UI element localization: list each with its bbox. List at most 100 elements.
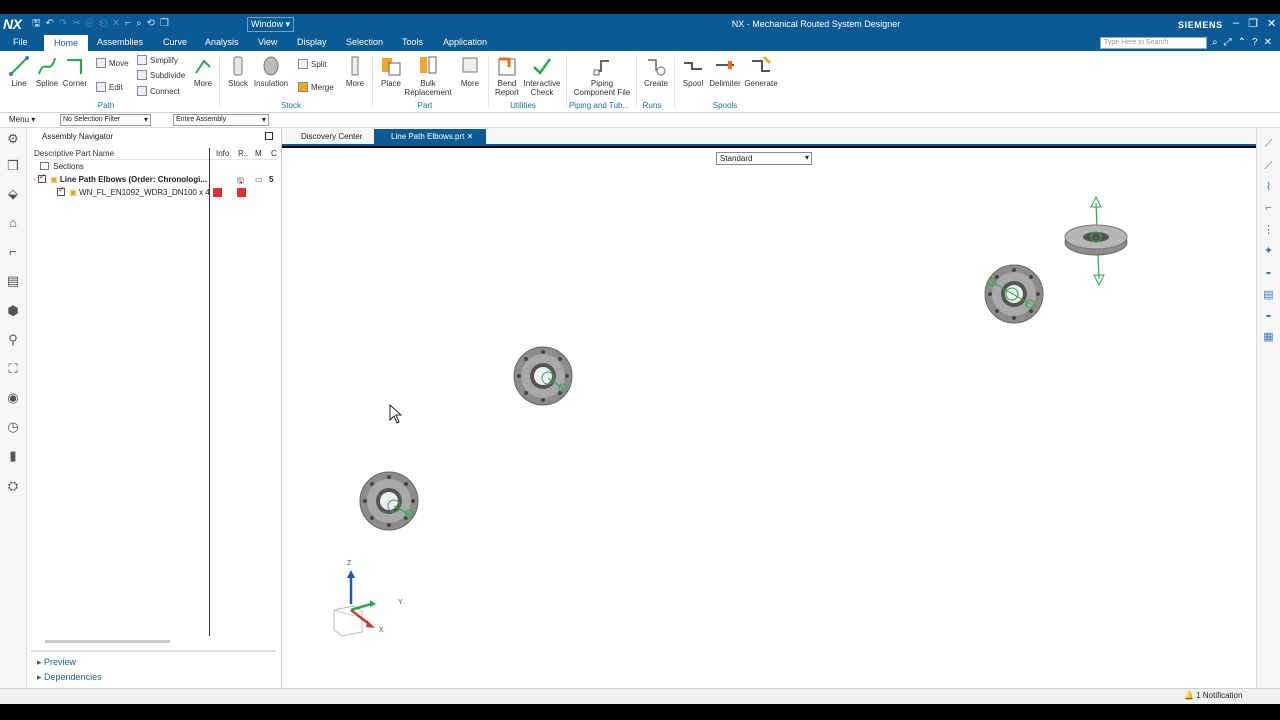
restore-icon[interactable]: ❐: [1248, 17, 1258, 30]
spool-button[interactable]: Spool: [680, 55, 706, 88]
tab-home[interactable]: Home: [44, 35, 89, 51]
command-search-input[interactable]: Type Here to Search: [1100, 37, 1207, 49]
preview-panel-toggle[interactable]: Preview: [37, 657, 76, 668]
line-button[interactable]: Line: [8, 55, 30, 88]
port-icon[interactable]: ⋮: [1261, 223, 1276, 238]
horizontal-scrollbar[interactable]: [45, 640, 170, 643]
stock-more-button[interactable]: More: [344, 55, 366, 88]
tab-file[interactable]: File: [13, 37, 28, 47]
tree-row-sections[interactable]: Sections: [40, 162, 84, 174]
insulation-button[interactable]: Insulation: [252, 55, 290, 88]
column-header-info[interactable]: Info: [216, 149, 229, 158]
collapse-ribbon-icon[interactable]: ⌃: [1238, 37, 1246, 48]
reference-icon: ▭: [255, 175, 263, 184]
interactive-check-button[interactable]: Interactive Check: [522, 55, 562, 97]
move-button[interactable]: Move: [96, 58, 129, 68]
tab-curve[interactable]: Curve: [163, 37, 187, 47]
create-run-button[interactable]: Create: [642, 55, 670, 88]
close-icon[interactable]: ✕: [1267, 17, 1276, 30]
column-header-read-only[interactable]: R..: [238, 149, 248, 158]
roles-icon[interactable]: ⛭: [5, 478, 21, 494]
tab-application[interactable]: Application: [443, 37, 487, 47]
report-tool-icon[interactable]: ▦: [1261, 330, 1276, 345]
stock-button[interactable]: Stock: [226, 55, 250, 88]
selection-bar: Menu ▾ No Selection Filter Entire Assemb…: [0, 113, 1280, 128]
tab-assemblies[interactable]: Assemblies: [97, 37, 143, 47]
selection-scope-dropdown[interactable]: Entire Assembly: [173, 114, 269, 126]
separator: [566, 55, 567, 107]
spline-button[interactable]: Spline: [34, 55, 60, 88]
stock-tool-icon[interactable]: ✦: [1261, 244, 1276, 259]
generate-button[interactable]: Generate: [744, 55, 778, 88]
merge-button[interactable]: Merge: [298, 82, 334, 92]
help-icon[interactable]: ?: [1252, 37, 1258, 48]
visibility-checkbox[interactable]: [57, 185, 65, 196]
close-tab-icon[interactable]: ✕: [467, 132, 474, 141]
corner-button[interactable]: Corner: [61, 55, 89, 88]
spline-tool-icon[interactable]: ⟋: [1261, 160, 1276, 175]
tab-view[interactable]: View: [258, 37, 277, 47]
minimize-icon[interactable]: –: [1233, 17, 1239, 30]
part-tool-icon[interactable]: ◒: [1261, 309, 1276, 324]
fitting-icon[interactable]: ⌐: [1261, 202, 1276, 217]
assembly-navigator-icon[interactable]: ❒: [5, 158, 21, 174]
hd3d-tools-icon[interactable]: ⬢: [5, 303, 21, 319]
web-browser-icon[interactable]: ⚲: [5, 332, 21, 348]
graphics-window[interactable]: Standard ▾ Z Y X: [282, 148, 1256, 688]
tab-selection[interactable]: Selection: [346, 37, 383, 47]
settings-gear-icon[interactable]: ⚙: [5, 131, 21, 147]
navigator-header: Descriptive Part Name Info R.. M C: [31, 148, 277, 160]
group-label-utilities: Utilities: [510, 101, 536, 110]
tab-display[interactable]: Display: [297, 37, 327, 47]
tree-row-root-assembly[interactable]: - ▣ Line Path Elbows (Order: Chronologi.…: [33, 172, 273, 187]
visualization-icon[interactable]: ▮: [5, 448, 21, 464]
tab-discovery-center[interactable]: Discovery Center: [284, 129, 368, 145]
view-triad: [333, 570, 376, 637]
part-more-button[interactable]: More: [458, 55, 482, 88]
notification-indicator[interactable]: 🔔 1 Notification: [1184, 691, 1242, 700]
process-studio-icon[interactable]: ⛶: [5, 361, 21, 377]
save-status-icon: 🖫: [237, 176, 244, 185]
separator: [488, 55, 489, 107]
create-run-icon: [648, 59, 666, 76]
tab-analysis[interactable]: Analysis: [205, 37, 239, 47]
visibility-checkbox[interactable]: [37, 172, 46, 183]
tree-row-component[interactable]: ▣ WN_FL_EN1092_WDR3_DN100 x 4: [57, 185, 272, 200]
subdivide-button[interactable]: Subdivide: [137, 70, 185, 80]
component-tool-icon[interactable]: ◒: [1261, 266, 1276, 281]
edit-button[interactable]: Edit: [96, 82, 123, 92]
connect-button[interactable]: Connect: [137, 86, 180, 96]
maximize-panel-icon[interactable]: [265, 132, 273, 140]
route-segment-icon[interactable]: ⌇: [1261, 180, 1276, 195]
column-header-modified[interactable]: M: [255, 149, 262, 158]
delimiter-button[interactable]: Delimiter: [708, 55, 742, 88]
system-materials-icon[interactable]: ◉: [5, 390, 21, 406]
history-icon[interactable]: ◷: [5, 419, 21, 435]
simplify-button[interactable]: Simplify: [137, 55, 178, 65]
piping-component-file-button[interactable]: Piping Component File: [573, 55, 631, 97]
close-part-icon[interactable]: ✕: [1264, 37, 1272, 48]
split-button[interactable]: Split: [298, 59, 327, 69]
search-icon[interactable]: ⌕: [1212, 37, 1218, 48]
spool-icon: [684, 62, 702, 70]
library-tool-icon[interactable]: ▤: [1261, 288, 1276, 303]
reuse-library-icon[interactable]: ▤: [5, 273, 21, 289]
dependencies-panel-toggle[interactable]: Dependencies: [37, 672, 102, 683]
path-more-button[interactable]: More: [192, 55, 214, 88]
main-menu-button[interactable]: Menu ▾: [9, 115, 35, 124]
spline-icon: [38, 57, 56, 75]
line-tool-icon[interactable]: ⟋: [1261, 138, 1276, 153]
selection-filter-dropdown[interactable]: No Selection Filter: [60, 114, 151, 126]
place-button[interactable]: Place: [378, 55, 404, 88]
constraint-navigator-icon[interactable]: ⌂: [5, 215, 21, 231]
column-header-count[interactable]: C: [271, 149, 277, 158]
part-navigator-icon[interactable]: ⬙: [5, 186, 21, 202]
flange-4: [1064, 195, 1128, 287]
tab-line-path-elbows[interactable]: Line Path Elbows.prt ✕: [374, 129, 486, 145]
route-navigator-icon[interactable]: ⌐: [5, 244, 21, 260]
bulk-replacement-button[interactable]: Bulk Replacement: [404, 55, 452, 97]
tab-tools[interactable]: Tools: [402, 37, 423, 47]
bend-report-button[interactable]: Bend Report: [492, 55, 522, 97]
column-header-name[interactable]: Descriptive Part Name: [34, 149, 114, 158]
fullscreen-icon[interactable]: ⤢: [1224, 37, 1232, 48]
